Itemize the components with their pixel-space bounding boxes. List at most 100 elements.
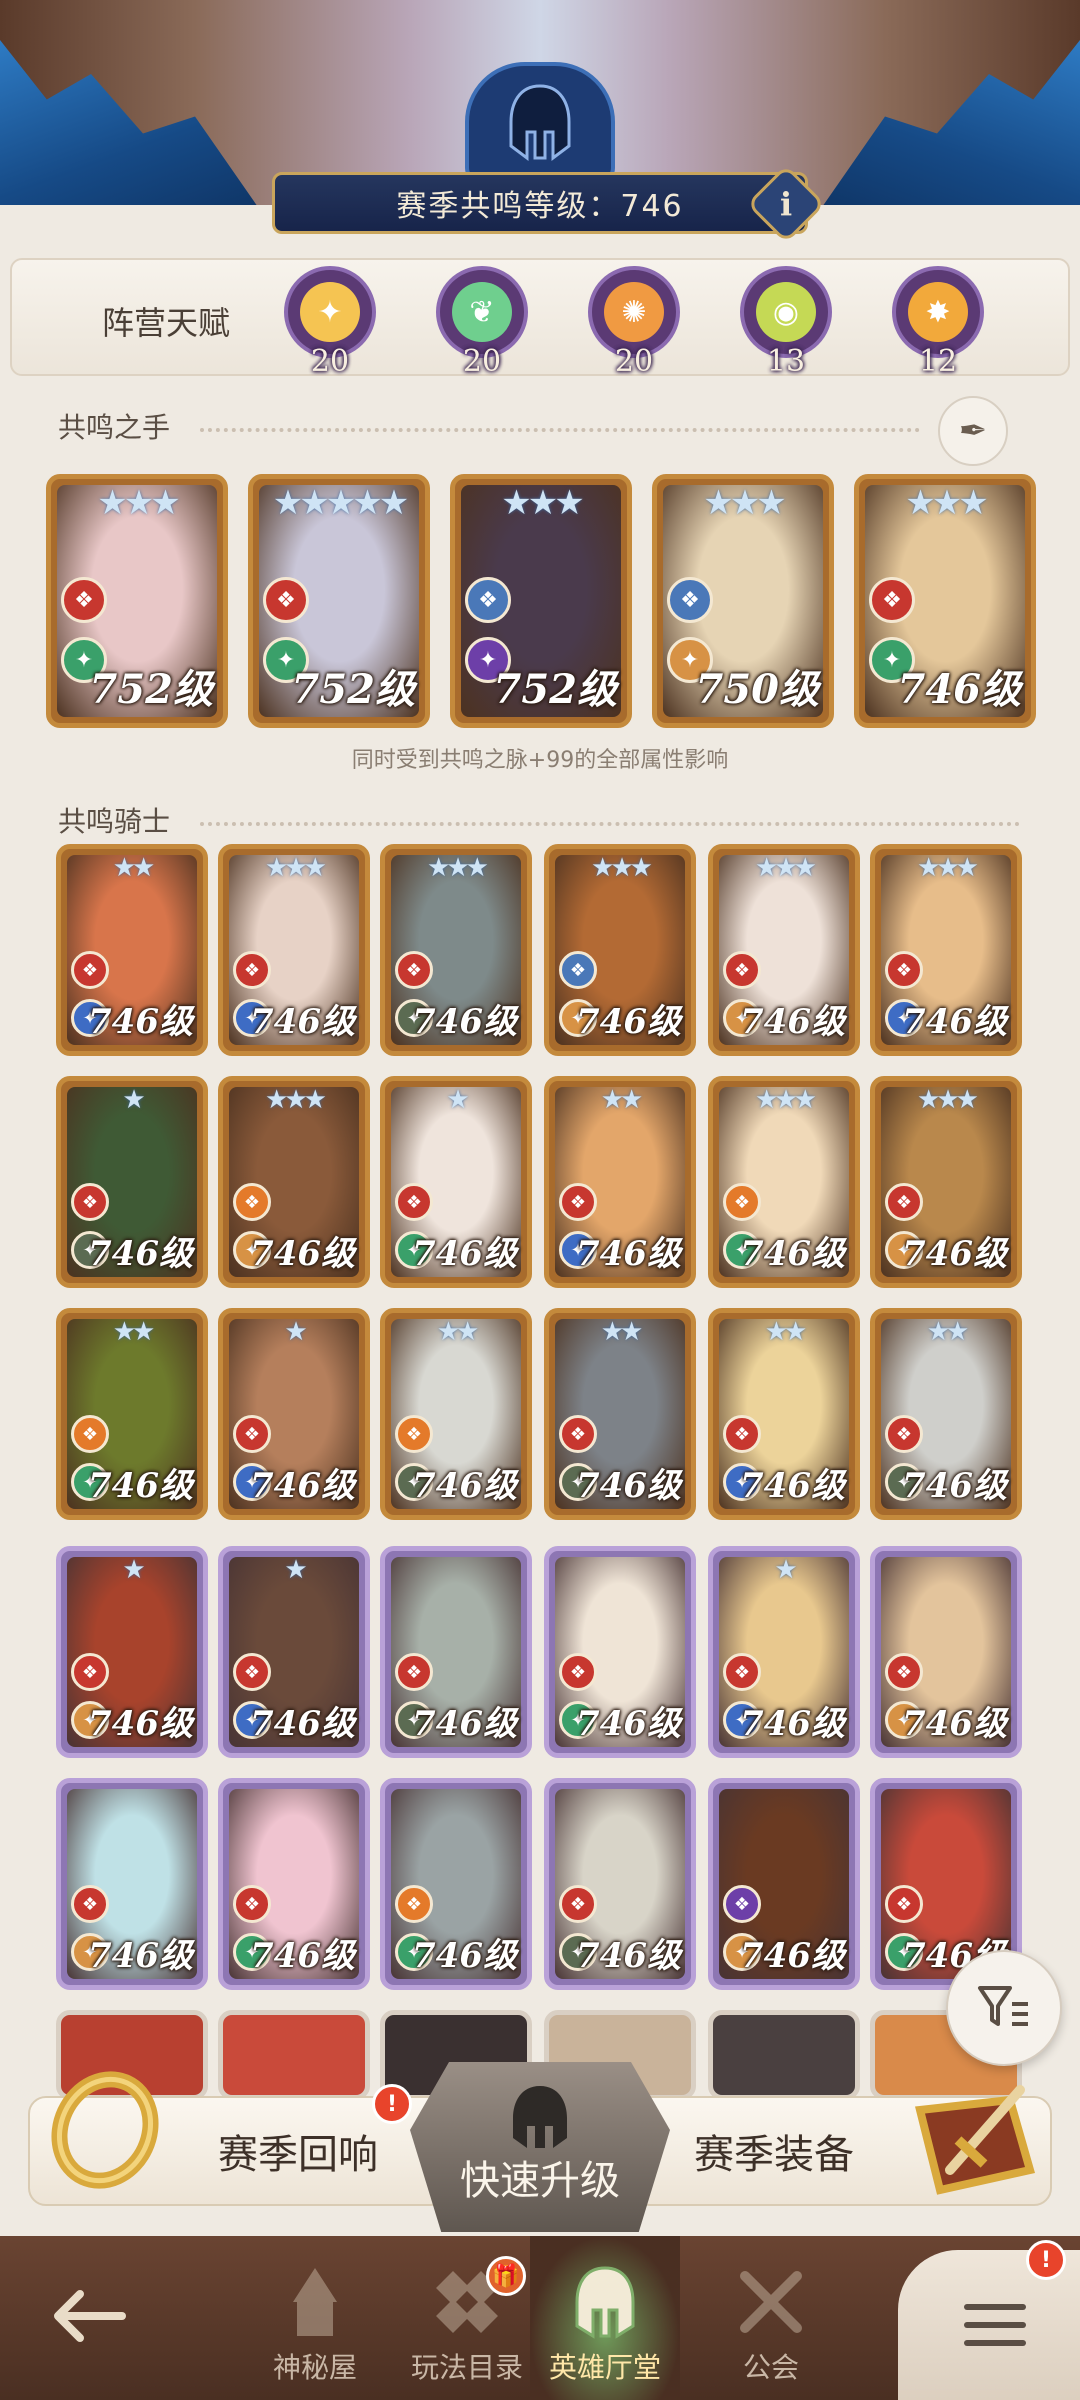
hero-card[interactable]: ★★ ❖ ✦ 746级 <box>56 1308 208 1520</box>
faction-glyph: ✦ <box>300 282 360 342</box>
hero-card[interactable]: ★★★ ❖ ✦ 746级 <box>218 1076 370 1288</box>
hero-card[interactable]: ★★★ ❖ ✦ 746级 <box>544 844 696 1056</box>
celestial-icon[interactable]: ✸ 12 <box>882 266 994 379</box>
guild-icon <box>740 2271 802 2333</box>
star-rating: ★ <box>122 1555 145 1585</box>
nav-label: 神秘屋 <box>272 2351 357 2384</box>
nav-mystery-house[interactable]: 神秘屋 <box>240 2254 390 2400</box>
hero-level: 746级 <box>250 1704 355 1744</box>
star-rating: ★★ <box>600 1317 644 1347</box>
quick-level-up-button[interactable]: 快速升级 <box>410 2062 670 2232</box>
faction-glyph: ✺ <box>604 282 664 342</box>
hero-level: 752级 <box>493 666 618 713</box>
hero-level: 746级 <box>88 1936 193 1976</box>
hero-card[interactable]: ❖ ✦ 746级 <box>544 1546 696 1758</box>
faction-talent-panel[interactable]: 阵营天赋 ✦ 20 ❦ 20 ✺ 20 ◉ 13 ✸ 12 <box>10 258 1070 379</box>
graveborn-icon[interactable]: ✺ 20 <box>578 266 690 379</box>
star-rating: ★★★ <box>905 483 988 523</box>
hero-level: 746级 <box>88 1466 193 1506</box>
hero-card[interactable]: ★ ❖ ✦ 746级 <box>380 1076 532 1288</box>
hero-level: 746级 <box>412 1704 517 1744</box>
star-rating: ★★★ <box>703 483 786 523</box>
quill-icon[interactable]: ✒ <box>938 396 1008 466</box>
hero-card[interactable]: ❖ ✦ 746级 <box>708 1778 860 1990</box>
hero-card[interactable]: ❖ ✦ 746级 <box>870 1546 1022 1758</box>
hero-card[interactable]: ★★★ ❖ ✦ 746级 <box>380 844 532 1056</box>
hero-card[interactable]: ★★★ ❖ ✦ 746级 <box>218 844 370 1056</box>
nav-guild[interactable]: 公会 <box>696 2254 846 2400</box>
class-icon: ❖ <box>61 577 107 623</box>
hero-card[interactable]: ★★ ❖ ✦ 746级 <box>56 844 208 1056</box>
class-icon: ❖ <box>723 1885 761 1923</box>
hero-card[interactable]: ★★ ❖ ✦ 746级 <box>544 1308 696 1520</box>
filter-button[interactable] <box>946 1950 1062 2066</box>
class-icon: ❖ <box>395 1885 433 1923</box>
hero-card[interactable]: ★★★ ❖ ✦ 752级 <box>450 474 632 728</box>
hero-card[interactable]: ★★★ ❖ ✦ 746级 <box>708 1076 860 1288</box>
hero-card[interactable]: ❖ ✦ 746级 <box>218 1778 370 1990</box>
class-icon: ❖ <box>395 1183 433 1221</box>
hero-card[interactable]: ❖ ✦ 746级 <box>380 1546 532 1758</box>
class-icon: ❖ <box>559 951 597 989</box>
hero-level: 746级 <box>902 1002 1007 1042</box>
hero-level: 746级 <box>88 1002 193 1042</box>
hero-card[interactable]: ★★ ❖ ✦ 746级 <box>544 1076 696 1288</box>
hero-card[interactable]: ❖ ✦ 746级 <box>544 1778 696 1990</box>
nav-hero-hall[interactable]: 英雄厅堂 <box>530 2254 680 2400</box>
star-rating: ★★★★★ <box>272 483 409 523</box>
hero-level: 746级 <box>902 1466 1007 1506</box>
shield-sword-icon <box>915 2085 1036 2195</box>
hero-level: 746级 <box>740 1936 845 1976</box>
hero-card[interactable]: ★★★ ❖ ✦ 746级 <box>854 474 1036 728</box>
hero-card[interactable]: ★★★ ❖ ✦ 746级 <box>870 844 1022 1056</box>
hero-card[interactable]: ★ ❖ ✦ 746级 <box>56 1546 208 1758</box>
class-icon: ❖ <box>71 1183 109 1221</box>
faction-talent-value: 20 <box>462 344 502 379</box>
back-button[interactable] <box>40 2266 140 2366</box>
hero-card[interactable]: ★★★ ❖ ✦ 746级 <box>870 1076 1022 1288</box>
class-icon: ❖ <box>71 951 109 989</box>
hero-card[interactable]: ★★ ❖ ✦ 746级 <box>380 1308 532 1520</box>
wilder-icon[interactable]: ❦ 20 <box>426 266 538 379</box>
hero-card[interactable]: ★★★ ❖ ✦ 746级 <box>708 844 860 1056</box>
mauler-icon[interactable]: ◉ 13 <box>730 266 842 379</box>
class-icon: ❖ <box>395 1653 433 1691</box>
hero-card[interactable]: ★★★ ❖ ✦ 752级 <box>46 474 228 728</box>
bottom-nav: 神秘屋 玩法目录 🎁 英雄厅堂 公会 ! <box>0 2236 1080 2400</box>
hero-card[interactable]: ★ ❖ ✦ 746级 <box>708 1546 860 1758</box>
hero-card[interactable]: ★★★ ❖ ✦ 750级 <box>652 474 834 728</box>
banner-decoration-left <box>0 40 260 205</box>
class-icon: ❖ <box>869 577 915 623</box>
hero-card[interactable]: ★★ ❖ ✦ 746级 <box>870 1308 1022 1520</box>
class-icon: ❖ <box>885 1653 923 1691</box>
hero-level: 752级 <box>89 666 214 713</box>
notification-badge: ! <box>372 2084 412 2124</box>
hero-card[interactable]: ★ ❖ ✦ 746级 <box>218 1546 370 1758</box>
hero-card[interactable]: ★ ❖ ✦ 746级 <box>56 1076 208 1288</box>
lightbearer-icon[interactable]: ✦ 20 <box>274 266 386 379</box>
section-divider <box>200 822 1020 826</box>
season-resonance-level: 赛季共鸣等级：746 <box>272 172 808 234</box>
hero-card[interactable]: ★ ❖ ✦ 746级 <box>218 1308 370 1520</box>
hero-level: 752级 <box>291 666 416 713</box>
class-icon: ❖ <box>395 951 433 989</box>
hero-card[interactable]: ★★ ❖ ✦ 746级 <box>708 1308 860 1520</box>
hero-card[interactable]: ❖ ✦ 746级 <box>56 1778 208 1990</box>
star-rating: ★★★ <box>501 483 584 523</box>
nav-label: 玩法目录 <box>410 2351 523 2384</box>
season-level-text: 赛季共鸣等级：746 <box>396 189 684 224</box>
faction-glyph: ❦ <box>452 282 512 342</box>
star-rating: ★ <box>122 1085 145 1115</box>
class-icon: ❖ <box>559 1415 597 1453</box>
star-rating: ★★★ <box>97 483 180 523</box>
hero-level: 746级 <box>250 1002 355 1042</box>
class-icon: ❖ <box>233 951 271 989</box>
class-icon: ❖ <box>233 1183 271 1221</box>
hero-level: 746级 <box>740 1704 845 1744</box>
star-rating: ★★★ <box>755 1085 817 1115</box>
season-gear-label: 赛季装备 <box>694 2132 854 2178</box>
hero-card[interactable]: ❖ ✦ 746级 <box>380 1778 532 1990</box>
faction-talent-value: 12 <box>918 344 958 379</box>
hero-card[interactable]: ★★★★★ ❖ ✦ 752级 <box>248 474 430 728</box>
hero-level: 746级 <box>576 1704 681 1744</box>
